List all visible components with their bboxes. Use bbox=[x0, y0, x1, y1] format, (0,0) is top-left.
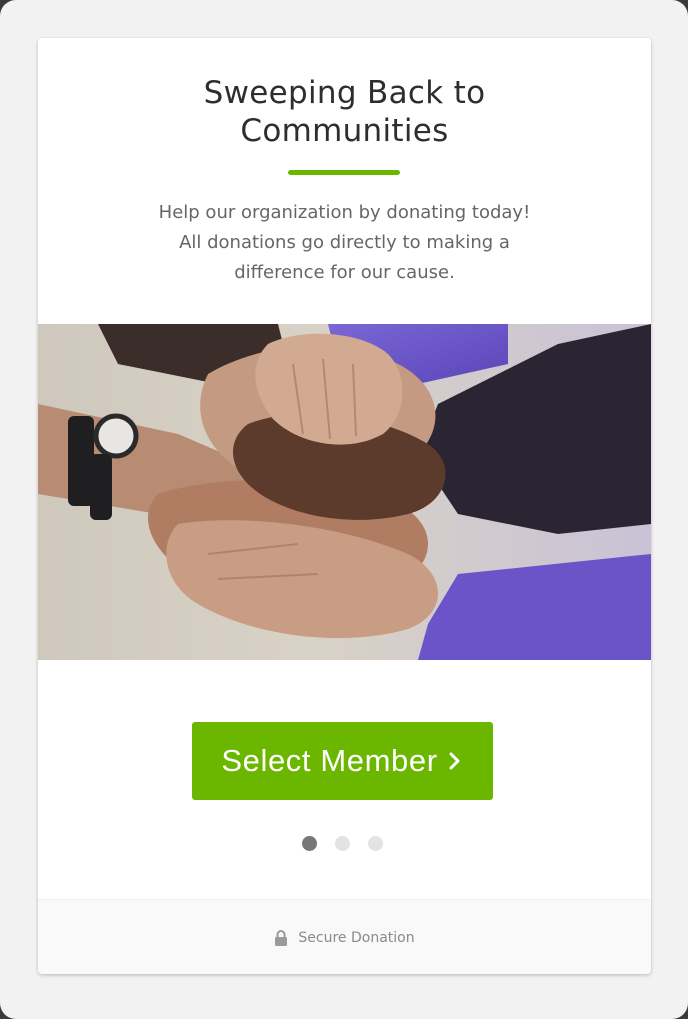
select-member-label: Select Member bbox=[221, 743, 438, 778]
description-line-2: All donations go directly to making a bbox=[179, 232, 510, 253]
step-dot-2[interactable] bbox=[335, 836, 350, 851]
step-dot-3[interactable] bbox=[368, 836, 383, 851]
description-line-1: Help our organization by donating today! bbox=[158, 202, 531, 223]
title-underline bbox=[288, 170, 400, 175]
chevron-right-icon bbox=[449, 752, 460, 770]
secure-donation-label: Secure Donation bbox=[298, 929, 415, 946]
stacked-hands-illustration bbox=[38, 324, 651, 660]
page-title: Sweeping Back to Communities bbox=[38, 74, 651, 150]
page-background: Sweeping Back to Communities Help our or… bbox=[0, 0, 688, 1019]
title-line-1: Sweeping Back to bbox=[203, 75, 486, 111]
donation-card: Sweeping Back to Communities Help our or… bbox=[38, 38, 651, 974]
description-line-3: difference for our cause. bbox=[234, 262, 455, 283]
step-dot-1[interactable] bbox=[302, 836, 317, 851]
title-line-2: Communities bbox=[240, 113, 449, 149]
description: Help our organization by donating today!… bbox=[98, 198, 591, 288]
step-indicator bbox=[302, 836, 383, 852]
hero-image bbox=[38, 324, 651, 660]
lock-icon bbox=[275, 929, 288, 946]
select-member-button[interactable]: Select Member bbox=[192, 722, 493, 800]
card-footer: Secure Donation bbox=[38, 899, 651, 974]
